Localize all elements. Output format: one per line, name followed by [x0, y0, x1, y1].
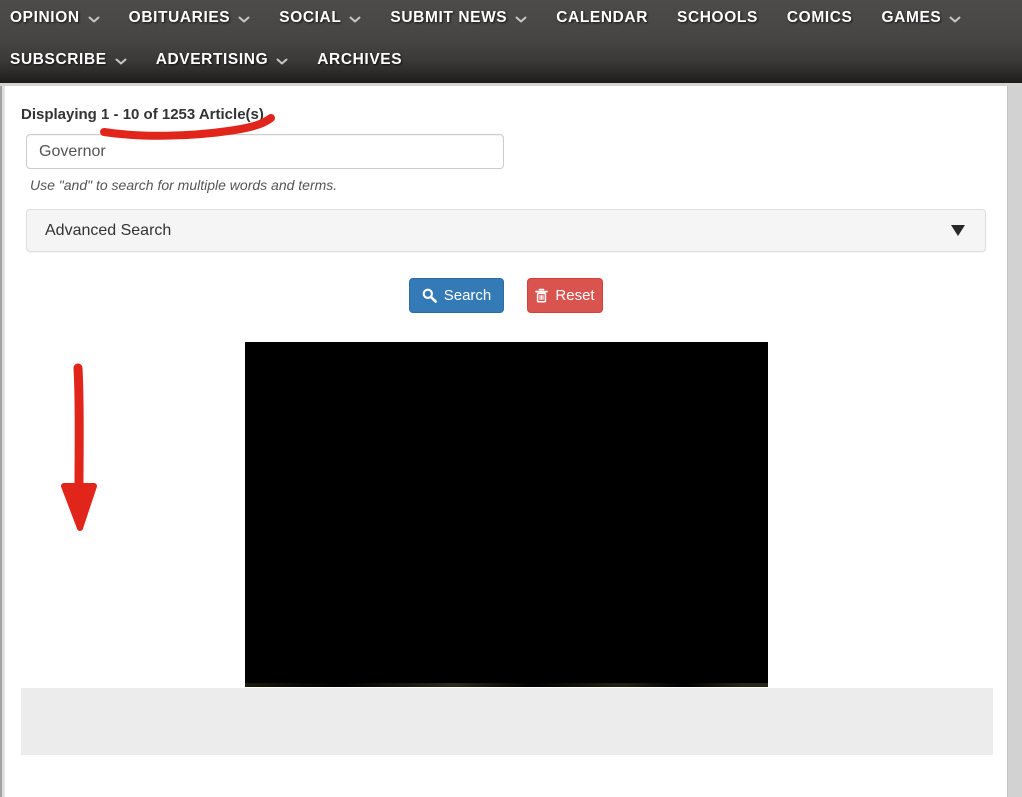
- search-hint-text: Use "and" to search for multiple words a…: [30, 177, 337, 193]
- search-input[interactable]: [26, 134, 504, 169]
- nav-item-submit-news[interactable]: SUBMIT NEWS: [390, 9, 527, 27]
- nav-item-label: ADVERTISING: [156, 51, 269, 69]
- chevron-down-icon: [515, 16, 527, 24]
- nav-item-label: OPINION: [10, 9, 80, 27]
- reset-button-label: Reset: [555, 287, 594, 304]
- caret-down-icon: [951, 225, 965, 236]
- nav-item-label: SUBMIT NEWS: [390, 9, 507, 27]
- redacted-image-bottom-edge: [245, 683, 768, 687]
- nav-item-opinion[interactable]: OPINION: [10, 9, 100, 27]
- nav-item-advertising[interactable]: ADVERTISING: [156, 51, 289, 69]
- nav-row-1: OPINION OBITUARIES SOCIAL SUBMIT NEWS CA…: [10, 4, 990, 32]
- nav-item-archives[interactable]: ARCHIVES: [317, 51, 402, 69]
- nav-item-label: SUBSCRIBE: [10, 51, 107, 69]
- search-button-label: Search: [444, 287, 492, 304]
- nav-item-comics[interactable]: COMICS: [787, 9, 853, 27]
- nav-item-schools[interactable]: SCHOOLS: [677, 9, 758, 27]
- results-footer-band: [21, 688, 993, 755]
- nav-item-label: GAMES: [882, 9, 942, 27]
- chevron-down-icon: [276, 58, 288, 66]
- nav-item-games[interactable]: GAMES: [882, 9, 962, 27]
- nav-item-calendar[interactable]: CALENDAR: [556, 9, 648, 27]
- results-summary: Displaying 1 - 10 of 1253 Article(s): [21, 106, 264, 123]
- nav-item-label: COMICS: [787, 9, 853, 27]
- nav-item-label: ARCHIVES: [317, 51, 402, 69]
- nav-item-label: CALENDAR: [556, 9, 648, 27]
- chevron-down-icon: [115, 58, 127, 66]
- nav-item-label: SCHOOLS: [677, 9, 758, 27]
- right-scrollbar-gutter: [1007, 86, 1022, 797]
- chevron-down-icon: [949, 16, 961, 24]
- nav-item-label: OBITUARIES: [129, 9, 231, 27]
- search-icon: [422, 288, 437, 303]
- chevron-down-icon: [349, 16, 361, 24]
- nav-item-social[interactable]: SOCIAL: [279, 9, 361, 27]
- nav-item-obituaries[interactable]: OBITUARIES: [129, 9, 251, 27]
- reset-button[interactable]: Reset: [527, 278, 603, 313]
- trash-icon: [535, 288, 548, 303]
- left-page-gutter: [0, 86, 5, 797]
- search-button[interactable]: Search: [409, 278, 504, 313]
- nav-row-2: SUBSCRIBE ADVERTISING ARCHIVES: [10, 46, 431, 74]
- annotation-arrow-down: [56, 358, 104, 538]
- chevron-down-icon: [238, 16, 250, 24]
- advanced-search-label: Advanced Search: [45, 222, 171, 240]
- nav-item-subscribe[interactable]: SUBSCRIBE: [10, 51, 127, 69]
- advanced-search-toggle[interactable]: Advanced Search: [26, 209, 986, 252]
- redacted-article-image: [245, 342, 768, 687]
- nav-item-label: SOCIAL: [279, 9, 341, 27]
- chevron-down-icon: [88, 16, 100, 24]
- top-navigation-bar: OPINION OBITUARIES SOCIAL SUBMIT NEWS CA…: [0, 0, 1022, 86]
